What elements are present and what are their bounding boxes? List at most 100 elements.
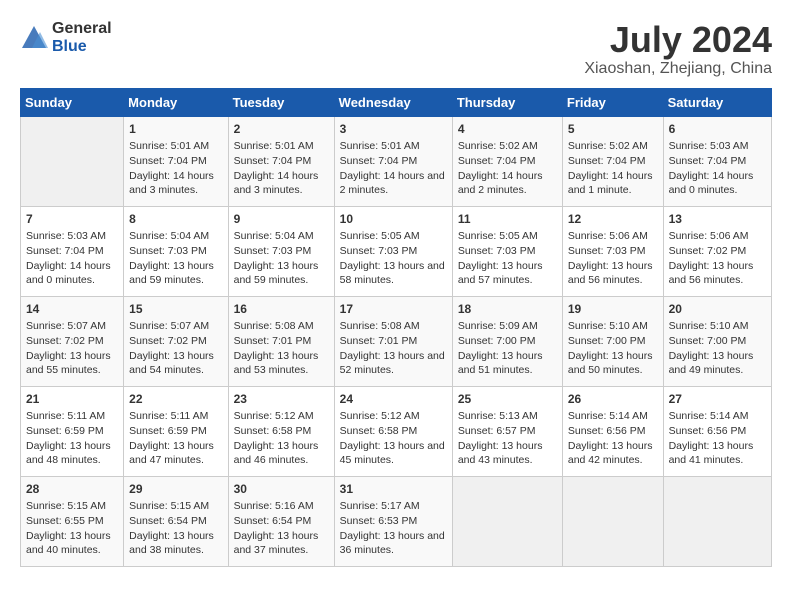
sunset-text: Sunset: 6:54 PM xyxy=(129,514,222,529)
daylight-text: Daylight: 13 hours and 57 minutes. xyxy=(458,259,557,288)
sunset-text: Sunset: 6:58 PM xyxy=(234,424,329,439)
sunrise-text: Sunrise: 5:06 AM xyxy=(669,229,766,244)
sunset-text: Sunset: 7:03 PM xyxy=(340,244,447,259)
logo-general: General xyxy=(52,20,112,38)
day-number: 23 xyxy=(234,391,329,408)
day-number: 3 xyxy=(340,121,447,138)
daylight-text: Daylight: 13 hours and 36 minutes. xyxy=(340,529,447,558)
daylight-text: Daylight: 13 hours and 46 minutes. xyxy=(234,439,329,468)
daylight-text: Daylight: 13 hours and 43 minutes. xyxy=(458,439,557,468)
sunrise-text: Sunrise: 5:07 AM xyxy=(129,319,222,334)
day-number: 21 xyxy=(26,391,118,408)
calendar-week-row: 7Sunrise: 5:03 AMSunset: 7:04 PMDaylight… xyxy=(21,206,772,296)
sunrise-text: Sunrise: 5:03 AM xyxy=(669,139,766,154)
sunset-text: Sunset: 7:03 PM xyxy=(234,244,329,259)
calendar-cell: 13Sunrise: 5:06 AMSunset: 7:02 PMDayligh… xyxy=(663,206,771,296)
day-number: 18 xyxy=(458,301,557,318)
sunset-text: Sunset: 7:04 PM xyxy=(340,154,447,169)
calendar-cell: 4Sunrise: 5:02 AMSunset: 7:04 PMDaylight… xyxy=(452,116,562,206)
sunset-text: Sunset: 6:56 PM xyxy=(669,424,766,439)
day-number: 13 xyxy=(669,211,766,228)
day-number: 27 xyxy=(669,391,766,408)
daylight-text: Daylight: 13 hours and 56 minutes. xyxy=(669,259,766,288)
calendar-cell: 8Sunrise: 5:04 AMSunset: 7:03 PMDaylight… xyxy=(124,206,228,296)
sunrise-text: Sunrise: 5:12 AM xyxy=(234,409,329,424)
day-number: 26 xyxy=(568,391,658,408)
sunset-text: Sunset: 7:03 PM xyxy=(568,244,658,259)
daylight-text: Daylight: 13 hours and 54 minutes. xyxy=(129,349,222,378)
logo: General Blue xyxy=(20,20,112,55)
calendar-header-row: SundayMondayTuesdayWednesdayThursdayFrid… xyxy=(21,88,772,116)
sunrise-text: Sunrise: 5:07 AM xyxy=(26,319,118,334)
calendar-cell: 22Sunrise: 5:11 AMSunset: 6:59 PMDayligh… xyxy=(124,386,228,476)
sunrise-text: Sunrise: 5:08 AM xyxy=(234,319,329,334)
sunrise-text: Sunrise: 5:15 AM xyxy=(129,499,222,514)
sunrise-text: Sunrise: 5:10 AM xyxy=(568,319,658,334)
calendar-week-row: 28Sunrise: 5:15 AMSunset: 6:55 PMDayligh… xyxy=(21,476,772,566)
day-number: 14 xyxy=(26,301,118,318)
calendar-cell: 29Sunrise: 5:15 AMSunset: 6:54 PMDayligh… xyxy=(124,476,228,566)
calendar-week-row: 1Sunrise: 5:01 AMSunset: 7:04 PMDaylight… xyxy=(21,116,772,206)
calendar-cell: 20Sunrise: 5:10 AMSunset: 7:00 PMDayligh… xyxy=(663,296,771,386)
sunrise-text: Sunrise: 5:09 AM xyxy=(458,319,557,334)
sunrise-text: Sunrise: 5:05 AM xyxy=(458,229,557,244)
day-number: 7 xyxy=(26,211,118,228)
day-header-wednesday: Wednesday xyxy=(334,88,452,116)
title-block: July 2024 Xiaoshan, Zhejiang, China xyxy=(584,20,772,78)
daylight-text: Daylight: 14 hours and 2 minutes. xyxy=(458,169,557,198)
day-number: 31 xyxy=(340,481,447,498)
calendar-cell: 21Sunrise: 5:11 AMSunset: 6:59 PMDayligh… xyxy=(21,386,124,476)
daylight-text: Daylight: 13 hours and 56 minutes. xyxy=(568,259,658,288)
daylight-text: Daylight: 13 hours and 48 minutes. xyxy=(26,439,118,468)
day-number: 9 xyxy=(234,211,329,228)
calendar-week-row: 21Sunrise: 5:11 AMSunset: 6:59 PMDayligh… xyxy=(21,386,772,476)
day-number: 11 xyxy=(458,211,557,228)
sunrise-text: Sunrise: 5:14 AM xyxy=(568,409,658,424)
sunrise-text: Sunrise: 5:06 AM xyxy=(568,229,658,244)
daylight-text: Daylight: 13 hours and 51 minutes. xyxy=(458,349,557,378)
day-number: 1 xyxy=(129,121,222,138)
day-number: 25 xyxy=(458,391,557,408)
calendar-cell: 31Sunrise: 5:17 AMSunset: 6:53 PMDayligh… xyxy=(334,476,452,566)
day-number: 15 xyxy=(129,301,222,318)
day-number: 30 xyxy=(234,481,329,498)
sunset-text: Sunset: 7:04 PM xyxy=(669,154,766,169)
daylight-text: Daylight: 14 hours and 0 minutes. xyxy=(26,259,118,288)
daylight-text: Daylight: 13 hours and 55 minutes. xyxy=(26,349,118,378)
daylight-text: Daylight: 14 hours and 3 minutes. xyxy=(129,169,222,198)
daylight-text: Daylight: 13 hours and 42 minutes. xyxy=(568,439,658,468)
day-number: 22 xyxy=(129,391,222,408)
sunrise-text: Sunrise: 5:04 AM xyxy=(129,229,222,244)
sunset-text: Sunset: 7:04 PM xyxy=(26,244,118,259)
sunset-text: Sunset: 6:56 PM xyxy=(568,424,658,439)
daylight-text: Daylight: 14 hours and 3 minutes. xyxy=(234,169,329,198)
sunrise-text: Sunrise: 5:11 AM xyxy=(129,409,222,424)
calendar-cell xyxy=(452,476,562,566)
day-number: 5 xyxy=(568,121,658,138)
sunset-text: Sunset: 7:01 PM xyxy=(340,334,447,349)
sunset-text: Sunset: 6:58 PM xyxy=(340,424,447,439)
calendar-cell: 14Sunrise: 5:07 AMSunset: 7:02 PMDayligh… xyxy=(21,296,124,386)
sunset-text: Sunset: 6:59 PM xyxy=(26,424,118,439)
calendar-cell: 3Sunrise: 5:01 AMSunset: 7:04 PMDaylight… xyxy=(334,116,452,206)
calendar-week-row: 14Sunrise: 5:07 AMSunset: 7:02 PMDayligh… xyxy=(21,296,772,386)
sunset-text: Sunset: 7:01 PM xyxy=(234,334,329,349)
day-header-saturday: Saturday xyxy=(663,88,771,116)
calendar-cell xyxy=(562,476,663,566)
daylight-text: Daylight: 14 hours and 2 minutes. xyxy=(340,169,447,198)
daylight-text: Daylight: 14 hours and 1 minute. xyxy=(568,169,658,198)
sunset-text: Sunset: 7:00 PM xyxy=(568,334,658,349)
sunrise-text: Sunrise: 5:02 AM xyxy=(458,139,557,154)
day-number: 6 xyxy=(669,121,766,138)
daylight-text: Daylight: 13 hours and 59 minutes. xyxy=(129,259,222,288)
sunset-text: Sunset: 7:00 PM xyxy=(669,334,766,349)
daylight-text: Daylight: 13 hours and 58 minutes. xyxy=(340,259,447,288)
sunset-text: Sunset: 7:02 PM xyxy=(129,334,222,349)
day-header-tuesday: Tuesday xyxy=(228,88,334,116)
sunset-text: Sunset: 6:59 PM xyxy=(129,424,222,439)
calendar-cell: 18Sunrise: 5:09 AMSunset: 7:00 PMDayligh… xyxy=(452,296,562,386)
daylight-text: Daylight: 13 hours and 49 minutes. xyxy=(669,349,766,378)
daylight-text: Daylight: 13 hours and 50 minutes. xyxy=(568,349,658,378)
calendar-cell: 25Sunrise: 5:13 AMSunset: 6:57 PMDayligh… xyxy=(452,386,562,476)
calendar-cell: 19Sunrise: 5:10 AMSunset: 7:00 PMDayligh… xyxy=(562,296,663,386)
